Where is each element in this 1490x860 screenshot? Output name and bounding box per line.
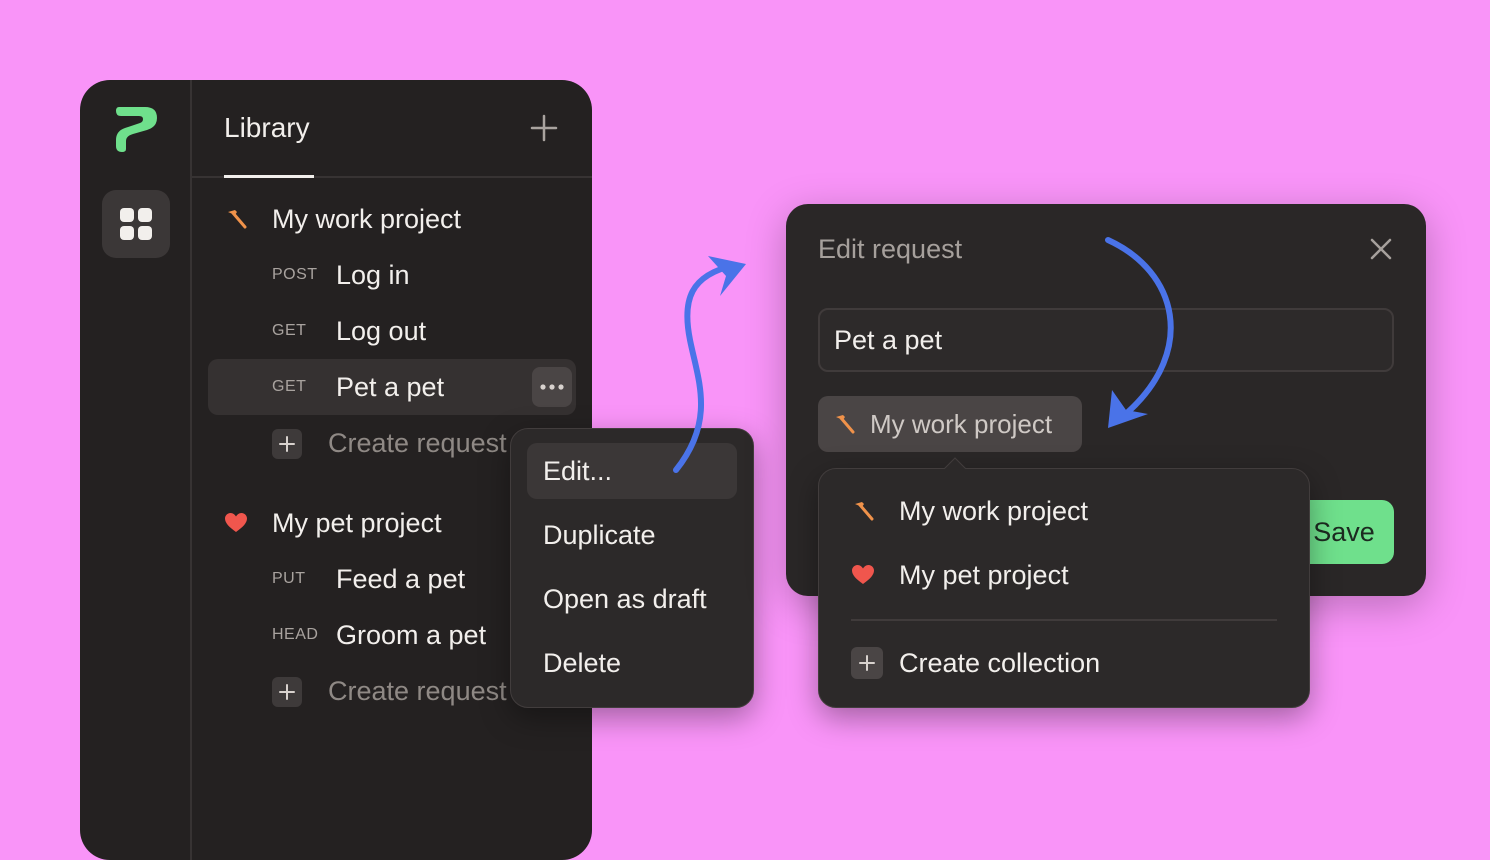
plus-icon (530, 114, 558, 142)
menu-item-delete[interactable]: Delete (527, 635, 737, 691)
app-logo-icon (113, 103, 159, 158)
request-row-selected[interactable]: GET Pet a pet (208, 359, 576, 415)
picker-item-label: My work project (899, 495, 1089, 526)
context-menu: Edit... Duplicate Open as draft Delete (510, 428, 754, 708)
add-button[interactable] (530, 114, 558, 147)
active-tab-indicator (224, 175, 314, 178)
request-row[interactable]: POST Log in (208, 247, 576, 303)
heart-icon (852, 565, 874, 584)
more-options-button[interactable] (532, 367, 572, 407)
method-badge: HEAD (272, 626, 319, 643)
picker-item-pet[interactable]: My pet project (835, 547, 1293, 603)
collection-row-work[interactable]: My work project (208, 191, 576, 247)
plus-icon (851, 647, 883, 679)
ellipsis-icon (540, 384, 564, 390)
menu-item-edit[interactable]: Edit... (527, 443, 737, 499)
plus-icon (272, 429, 302, 459)
left-rail (80, 80, 192, 860)
collection-select-label: My work project (870, 408, 1053, 439)
picker-item-label: My pet project (899, 559, 1069, 590)
library-header: Library (192, 80, 592, 178)
request-name-input[interactable] (818, 308, 1394, 372)
collection-select[interactable]: My work project (818, 396, 1082, 452)
request-name: Log in (336, 259, 410, 290)
close-icon (1370, 238, 1392, 260)
menu-item-open-as-draft[interactable]: Open as draft (527, 571, 737, 627)
menu-item-duplicate[interactable]: Duplicate (527, 507, 737, 563)
library-tab[interactable]: Library (224, 112, 310, 144)
grid-icon (120, 208, 152, 240)
request-name: Pet a pet (336, 371, 445, 402)
create-collection-label: Create collection (899, 647, 1101, 678)
hammer-icon (228, 210, 247, 229)
library-nav-button[interactable] (102, 190, 170, 258)
method-badge: PUT (272, 570, 306, 587)
hammer-icon (855, 502, 874, 521)
request-name: Feed a pet (336, 563, 466, 594)
create-collection-button[interactable]: Create collection (835, 635, 1293, 691)
close-button[interactable] (1370, 238, 1392, 265)
create-request-label: Create request (328, 675, 507, 706)
plus-icon (272, 677, 302, 707)
collection-name: My work project (272, 203, 462, 234)
request-name: Log out (336, 315, 427, 346)
method-badge: GET (272, 322, 307, 339)
heart-icon (225, 513, 247, 532)
request-row[interactable]: GET Log out (208, 303, 576, 359)
hammer-icon (836, 415, 855, 434)
collection-picker: My work project My pet project Create co… (818, 457, 1310, 708)
method-badge: POST (272, 266, 318, 283)
divider (851, 619, 1277, 621)
create-request-label: Create request (328, 427, 507, 458)
dialog-title: Edit request (818, 234, 963, 264)
collection-name: My pet project (272, 507, 442, 538)
picker-item-work[interactable]: My work project (835, 483, 1293, 539)
request-name: Groom a pet (336, 619, 487, 650)
caret-icon (943, 457, 967, 470)
method-badge: GET (272, 378, 307, 395)
